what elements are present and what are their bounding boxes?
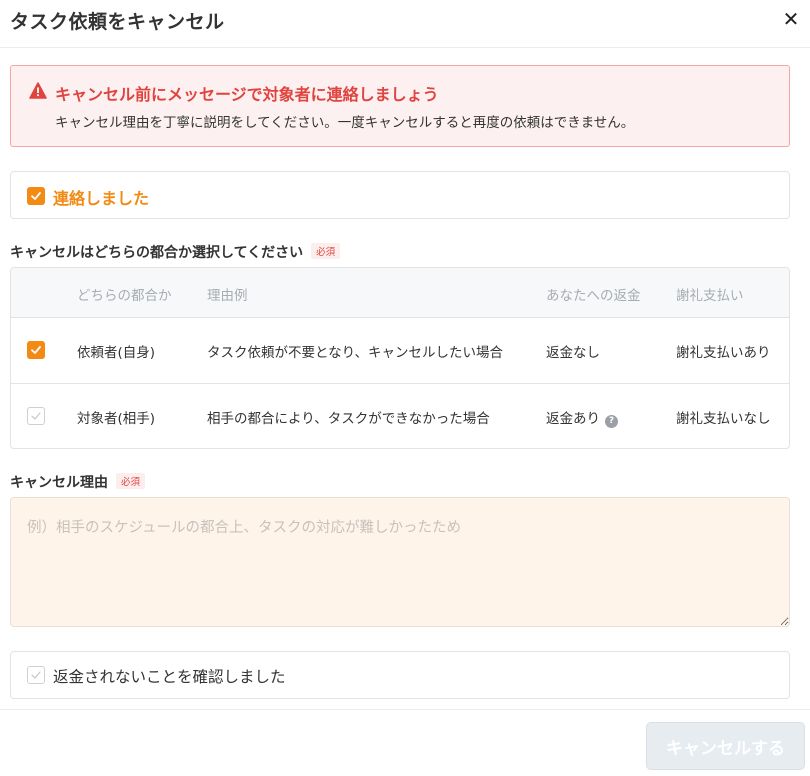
cell-refund-text: 返金あり [546,411,600,427]
dialog-title: タスク依頼をキャンセル [10,11,225,33]
warning-triangle-icon [29,82,47,99]
who-section-label: キャンセルはどちらの都合か選択してください 必須 [10,242,341,262]
contacted-checkbox[interactable] [27,187,45,205]
table-row-target[interactable]: 対象者(相手) 相手の都合により、タスクができなかった場合 返金あり? 謝礼支払… [11,384,789,448]
footer-divider [0,709,810,710]
cell-party: 対象者(相手) [77,411,156,427]
column-header-example: 理由例 [207,288,248,304]
cell-refund: 返金あり? [546,407,618,428]
confirm-refund-checkbox[interactable] [27,666,45,684]
cell-party: 依頼者(自身) [77,345,156,361]
cancel-submit-button[interactable]: キャンセルする [646,722,805,770]
table-header: どちらの都合か 理由例 あなたへの返金 謝礼支払い [11,268,789,318]
cell-refund: 返金なし [546,345,600,361]
question-circle-icon[interactable]: ? [605,415,618,428]
column-header-party: どちらの都合か [77,288,172,304]
contacted-label: 連絡しました [53,189,150,208]
close-icon: ✕ [782,7,800,31]
confirm-refund-checkbox-row[interactable]: 返金されないことを確認しました [10,651,790,699]
checkmark-icon [31,192,41,200]
confirm-refund-label: 返金されないことを確認しました [53,668,286,686]
reason-section-title: キャンセル理由 [10,475,108,491]
column-header-payment: 謝礼支払い [676,288,744,304]
column-header-refund: あなたへの返金 [546,288,641,304]
cell-payment: 謝礼支払いなし [676,411,771,427]
required-badge: 必須 [311,243,341,259]
close-button[interactable]: ✕ [780,6,802,32]
cancel-party-table: どちらの都合か 理由例 あなたへの返金 謝礼支払い 依頼者(自身) タスク依頼が… [10,267,790,449]
cell-example: 相手の都合により、タスクができなかった場合 [207,411,490,427]
checkmark-icon [31,412,41,420]
dialog-header: タスク依頼をキャンセル ✕ [0,0,810,48]
cell-example: タスク依頼が不要となり、キャンセルしたい場合 [207,345,504,361]
row-radio-requester[interactable] [27,341,45,359]
row-radio-target[interactable] [27,407,45,425]
table-row-requester[interactable]: 依頼者(自身) タスク依頼が不要となり、キャンセルしたい場合 返金なし 謝礼支払… [11,318,789,384]
who-section-title: キャンセルはどちらの都合か選択してください [10,245,304,261]
cell-payment: 謝礼支払いあり [676,345,771,361]
checkmark-icon [31,346,41,354]
warning-alert: キャンセル前にメッセージで対象者に連絡しましょう キャンセル理由を丁寧に説明をし… [10,65,790,147]
checkmark-icon [31,671,41,679]
required-badge: 必須 [116,473,146,489]
contacted-checkbox-row[interactable]: 連絡しました [10,171,790,219]
alert-title: キャンセル前にメッセージで対象者に連絡しましょう [55,85,439,104]
cancel-reason-textarea[interactable] [10,497,790,627]
alert-message: キャンセル理由を丁寧に説明をしてください。一度キャンセルすると再度の依頼はできま… [55,115,635,131]
reason-section-label: キャンセル理由 必須 [10,472,146,492]
